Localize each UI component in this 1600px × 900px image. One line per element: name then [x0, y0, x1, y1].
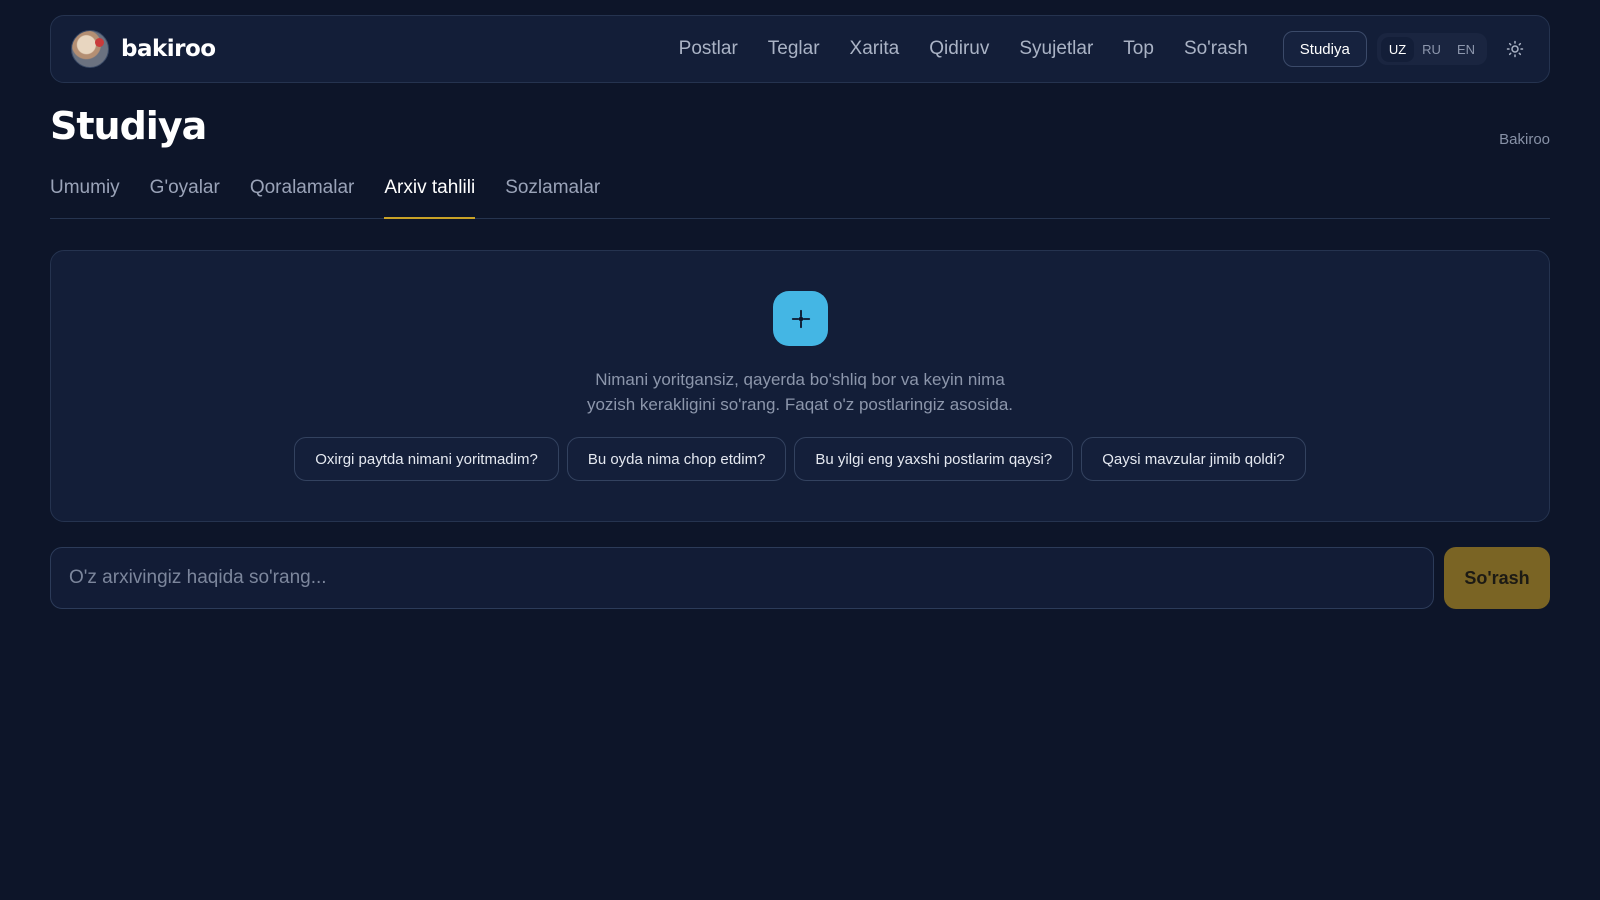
nav-link-xarita[interactable]: Xarita	[850, 38, 900, 60]
nav-link-syujetlar[interactable]: Syujetlar	[1019, 38, 1093, 60]
nav-link-teglar[interactable]: Teglar	[768, 38, 820, 60]
brand-logo[interactable]: bakiroo	[121, 36, 216, 62]
lang-ru[interactable]: RU	[1414, 37, 1449, 62]
studio-button[interactable]: Studiya	[1282, 31, 1367, 67]
intro-line-1: Nimani yoritgansiz, qayerda bo'shliq bor…	[595, 370, 1005, 389]
nav-link-top[interactable]: Top	[1123, 38, 1154, 60]
lang-uz[interactable]: UZ	[1380, 36, 1415, 62]
nav-link-postlar[interactable]: Postlar	[679, 38, 738, 60]
avatar[interactable]	[71, 30, 109, 68]
theme-toggle-button[interactable]	[1501, 35, 1529, 63]
tab-umumiy[interactable]: Umumiy	[50, 177, 120, 219]
language-switcher: UZ RU EN	[1376, 33, 1487, 65]
main-nav: Postlar Teglar Xarita Qidiruv Syujetlar …	[679, 38, 1248, 60]
sparkle-badge	[773, 291, 828, 346]
studio-tabs: Umumiy G'oyalar Qoralamalar Arxiv tahlil…	[50, 177, 1550, 219]
lang-en[interactable]: EN	[1449, 37, 1483, 62]
nav-link-sorash[interactable]: So'rash	[1184, 38, 1248, 60]
suggestion-chip[interactable]: Qaysi mavzular jimib qoldi?	[1081, 437, 1306, 481]
page-title: Studiya	[50, 104, 207, 148]
tab-sozlamalar[interactable]: Sozlamalar	[505, 177, 600, 219]
studio-page: bakiroo Postlar Teglar Xarita Qidiruv Sy…	[0, 0, 1600, 900]
ask-input[interactable]	[50, 547, 1434, 609]
intro-line-2: yozish kerakligini so'rang. Faqat o'z po…	[586, 395, 1014, 414]
tab-arxiv-tahlili[interactable]: Arxiv tahlili	[384, 177, 476, 219]
suggestion-chip[interactable]: Oxirgi paytda nimani yoritmadim?	[294, 437, 559, 481]
suggestion-chip[interactable]: Bu yilgi eng yaxshi postlarim qaysi?	[794, 437, 1074, 481]
sparkle-icon	[791, 309, 810, 328]
suggestion-chip[interactable]: Bu oyda nima chop etdim?	[566, 437, 787, 481]
nav-link-qidiruv[interactable]: Qidiruv	[929, 38, 989, 60]
breadcrumb[interactable]: Bakiroo	[1499, 131, 1550, 148]
archive-analysis-panel: Nimani yoritgansiz, qayerda bo'shliq bor…	[50, 250, 1550, 522]
tab-qoralamalar[interactable]: Qoralamalar	[250, 177, 355, 219]
top-header: bakiroo Postlar Teglar Xarita Qidiruv Sy…	[50, 15, 1550, 83]
tab-goyalar[interactable]: G'oyalar	[150, 177, 220, 219]
intro-text: Nimani yoritgansiz, qayerda bo'shliq bor…	[51, 367, 1549, 417]
suggestion-chips: Oxirgi paytda nimani yoritmadim? Bu oyda…	[51, 437, 1549, 481]
sun-icon	[1506, 40, 1524, 58]
ask-button[interactable]: So'rash	[1444, 547, 1550, 609]
